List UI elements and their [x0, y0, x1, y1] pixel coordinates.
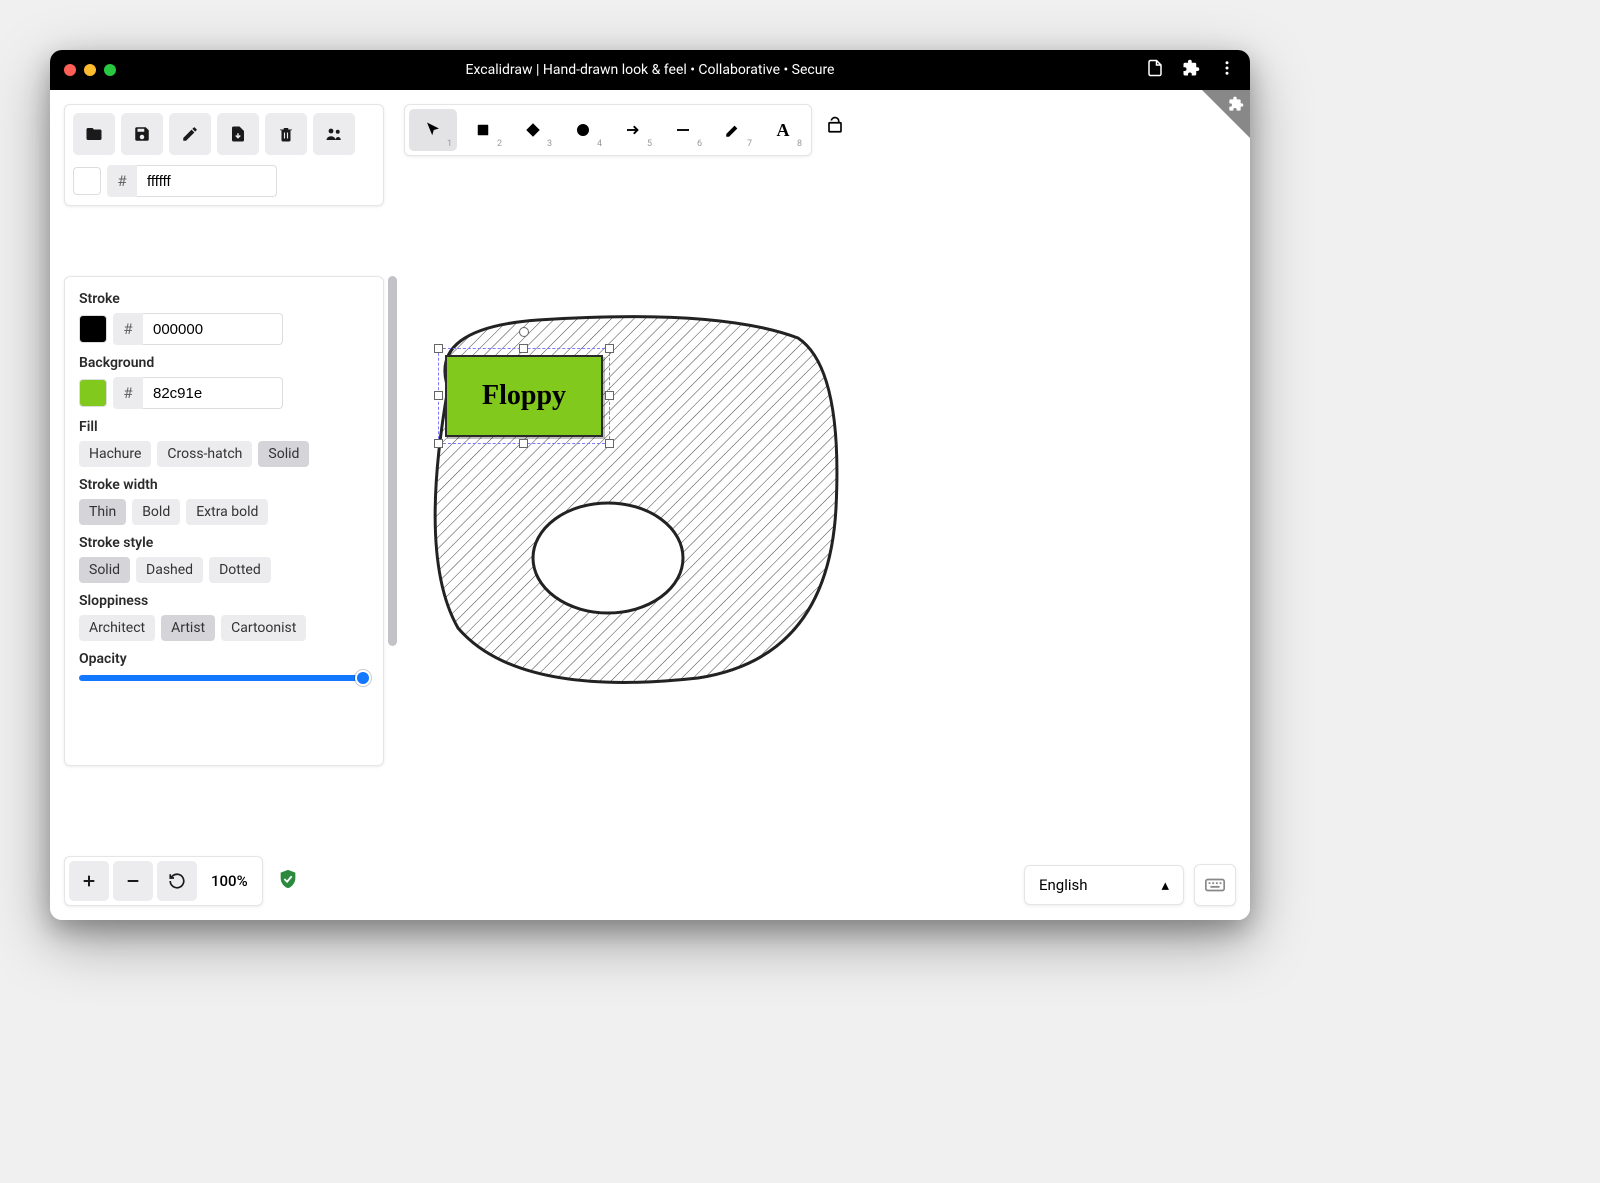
stroke-width-thin[interactable]: Thin [79, 499, 126, 525]
close-window-button[interactable] [64, 64, 76, 76]
properties-panel: Stroke # Background # Fill Hachure Cros [64, 276, 384, 766]
document-icon[interactable] [1146, 59, 1164, 81]
sloppiness-artist[interactable]: Artist [161, 615, 215, 641]
stroke-width-options: Thin Bold Extra bold [79, 499, 369, 525]
save-as-button[interactable] [169, 113, 211, 155]
stroke-style-dashed[interactable]: Dashed [136, 557, 203, 583]
stroke-swatch[interactable] [79, 315, 107, 343]
resize-handle-n[interactable] [519, 344, 528, 353]
background-swatch[interactable] [79, 379, 107, 407]
sloppiness-architect[interactable]: Architect [79, 615, 155, 641]
hash-label: # [107, 165, 137, 197]
resize-handle-w[interactable] [434, 391, 443, 400]
zoom-in-button[interactable] [69, 861, 109, 901]
sloppiness-options: Architect Artist Cartoonist [79, 615, 369, 641]
props-scrollbar[interactable] [388, 276, 397, 646]
menu-dots-icon[interactable] [1218, 59, 1236, 81]
stroke-style-label: Stroke style [79, 535, 369, 551]
opacity-label: Opacity [79, 651, 369, 667]
tool-text[interactable]: A 8 [759, 109, 807, 151]
fill-hachure[interactable]: Hachure [79, 441, 151, 467]
background-color-input[interactable] [143, 377, 283, 409]
zoom-value: 100% [201, 872, 258, 890]
zoom-controls: 100% [64, 856, 263, 906]
language-select[interactable]: English ▴ [1024, 865, 1184, 905]
background-label: Background [79, 355, 369, 371]
bottom-right-controls: English ▴ [1024, 864, 1236, 906]
stroke-style-solid[interactable]: Solid [79, 557, 130, 583]
canvas-bg-input[interactable] [137, 165, 277, 197]
tool-arrow[interactable]: 5 [609, 109, 657, 151]
sloppiness-label: Sloppiness [79, 593, 369, 609]
shield-icon[interactable] [277, 868, 299, 894]
resize-handle-nw[interactable] [434, 344, 443, 353]
delete-button[interactable] [265, 113, 307, 155]
resize-handle-ne[interactable] [605, 344, 614, 353]
title-actions [1146, 59, 1236, 81]
fill-label: Fill [79, 419, 369, 435]
language-value: English [1039, 876, 1088, 894]
tool-shelf: 1 2 3 4 5 6 7 [404, 104, 812, 156]
lock-button[interactable] [820, 110, 850, 140]
collab-button[interactable] [313, 113, 355, 155]
stroke-width-label: Stroke width [79, 477, 369, 493]
tool-line[interactable]: 6 [659, 109, 707, 151]
extension-icon[interactable] [1182, 59, 1200, 81]
stroke-style-options: Solid Dashed Dotted [79, 557, 369, 583]
plug-icon [1228, 96, 1244, 116]
scrollbar-thumb[interactable] [388, 276, 397, 646]
minimize-window-button[interactable] [84, 64, 96, 76]
resize-handle-se[interactable] [605, 439, 614, 448]
chevron-up-icon: ▴ [1161, 876, 1169, 894]
resize-handle-e[interactable] [605, 391, 614, 400]
stroke-width-extrabold[interactable]: Extra bold [186, 499, 268, 525]
rotation-handle[interactable] [519, 327, 529, 337]
save-button[interactable] [121, 113, 163, 155]
file-toolbar: # [64, 104, 384, 206]
sloppiness-cartoonist[interactable]: Cartoonist [221, 615, 306, 641]
titlebar: Excalidraw | Hand-drawn look & feel • Co… [50, 50, 1250, 90]
opacity-thumb[interactable] [355, 670, 371, 686]
fill-crosshatch[interactable]: Cross-hatch [157, 441, 252, 467]
stroke-label: Stroke [79, 291, 369, 307]
export-button[interactable] [217, 113, 259, 155]
stroke-color-input[interactable] [143, 313, 283, 345]
selection-outline [438, 348, 610, 444]
canvas-bg-swatch[interactable] [73, 167, 101, 195]
stroke-width-bold[interactable]: Bold [132, 499, 180, 525]
keyboard-shortcuts-button[interactable] [1194, 864, 1236, 906]
resize-handle-s[interactable] [519, 439, 528, 448]
zoom-reset-button[interactable] [157, 861, 197, 901]
zoom-out-button[interactable] [113, 861, 153, 901]
stroke-style-dotted[interactable]: Dotted [209, 557, 271, 583]
opacity-slider[interactable] [79, 675, 369, 681]
bottom-left-controls: 100% [64, 856, 299, 906]
resize-handle-sw[interactable] [434, 439, 443, 448]
open-button[interactable] [73, 113, 115, 155]
tool-rectangle[interactable]: 2 [459, 109, 507, 151]
maximize-window-button[interactable] [104, 64, 116, 76]
fill-solid[interactable]: Solid [258, 441, 309, 467]
app-body: Floppy [50, 90, 1250, 920]
traffic-lights [64, 64, 116, 76]
app-window: Excalidraw | Hand-drawn look & feel • Co… [50, 50, 1250, 920]
window-title: Excalidraw | Hand-drawn look & feel • Co… [50, 62, 1250, 78]
tool-diamond[interactable]: 3 [509, 109, 557, 151]
tool-draw[interactable]: 7 [709, 109, 757, 151]
tool-selection[interactable]: 1 [409, 109, 457, 151]
fill-options: Hachure Cross-hatch Solid [79, 441, 369, 467]
tool-ellipse[interactable]: 4 [559, 109, 607, 151]
